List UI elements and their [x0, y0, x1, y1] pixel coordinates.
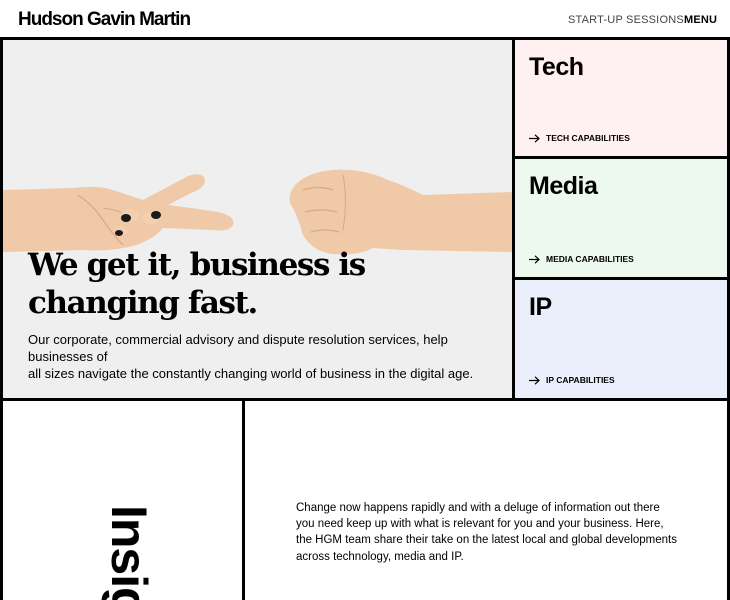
arrow-right-icon [529, 133, 540, 143]
panel-ip-title: IP [529, 293, 552, 321]
site-header: Hudson Gavin Martin START-UP SESSIONS ME… [0, 0, 730, 40]
insights-intro: Change now happens rapidly and with a de… [296, 502, 677, 563]
logo[interactable]: Hudson Gavin Martin [18, 9, 191, 31]
arrow-right-icon [529, 254, 540, 264]
panel-tech-title: Tech [529, 53, 584, 81]
tech-capabilities-label: TECH CAPABILITIES [546, 133, 630, 143]
hero-title: We get it, business is changing fast. [28, 247, 366, 321]
hero: We get it, business is changing fast. Ou… [3, 40, 512, 398]
media-capabilities-link[interactable]: MEDIA CAPABILITIES [529, 254, 634, 264]
tech-capabilities-link[interactable]: TECH CAPABILITIES [529, 133, 630, 143]
nav-startup-sessions[interactable]: START-UP SESSIONS [568, 14, 684, 26]
media-capabilities-label: MEDIA CAPABILITIES [546, 254, 634, 264]
ip-capabilities-link[interactable]: IP CAPABILITIES [529, 375, 615, 385]
arrow-right-icon [529, 375, 540, 385]
hero-description: Our corporate, commercial advisory and d… [28, 331, 498, 382]
ip-capabilities-label: IP CAPABILITIES [546, 375, 615, 385]
nav-menu-button[interactable]: MENU [684, 14, 717, 26]
insights-heading-column: Insig [3, 401, 242, 600]
hero-description-line-2: all sizes navigate the constantly changi… [28, 366, 474, 381]
hero-description-line-1: Our corporate, commercial advisory and d… [28, 332, 448, 364]
panel-tech[interactable]: Tech TECH CAPABILITIES [515, 40, 727, 156]
insights-heading: Insig [101, 505, 157, 600]
divider [242, 401, 245, 600]
panel-media-title: Media [529, 172, 598, 200]
panel-media[interactable]: Media MEDIA CAPABILITIES [515, 159, 727, 277]
panel-ip[interactable]: IP IP CAPABILITIES [515, 280, 727, 398]
